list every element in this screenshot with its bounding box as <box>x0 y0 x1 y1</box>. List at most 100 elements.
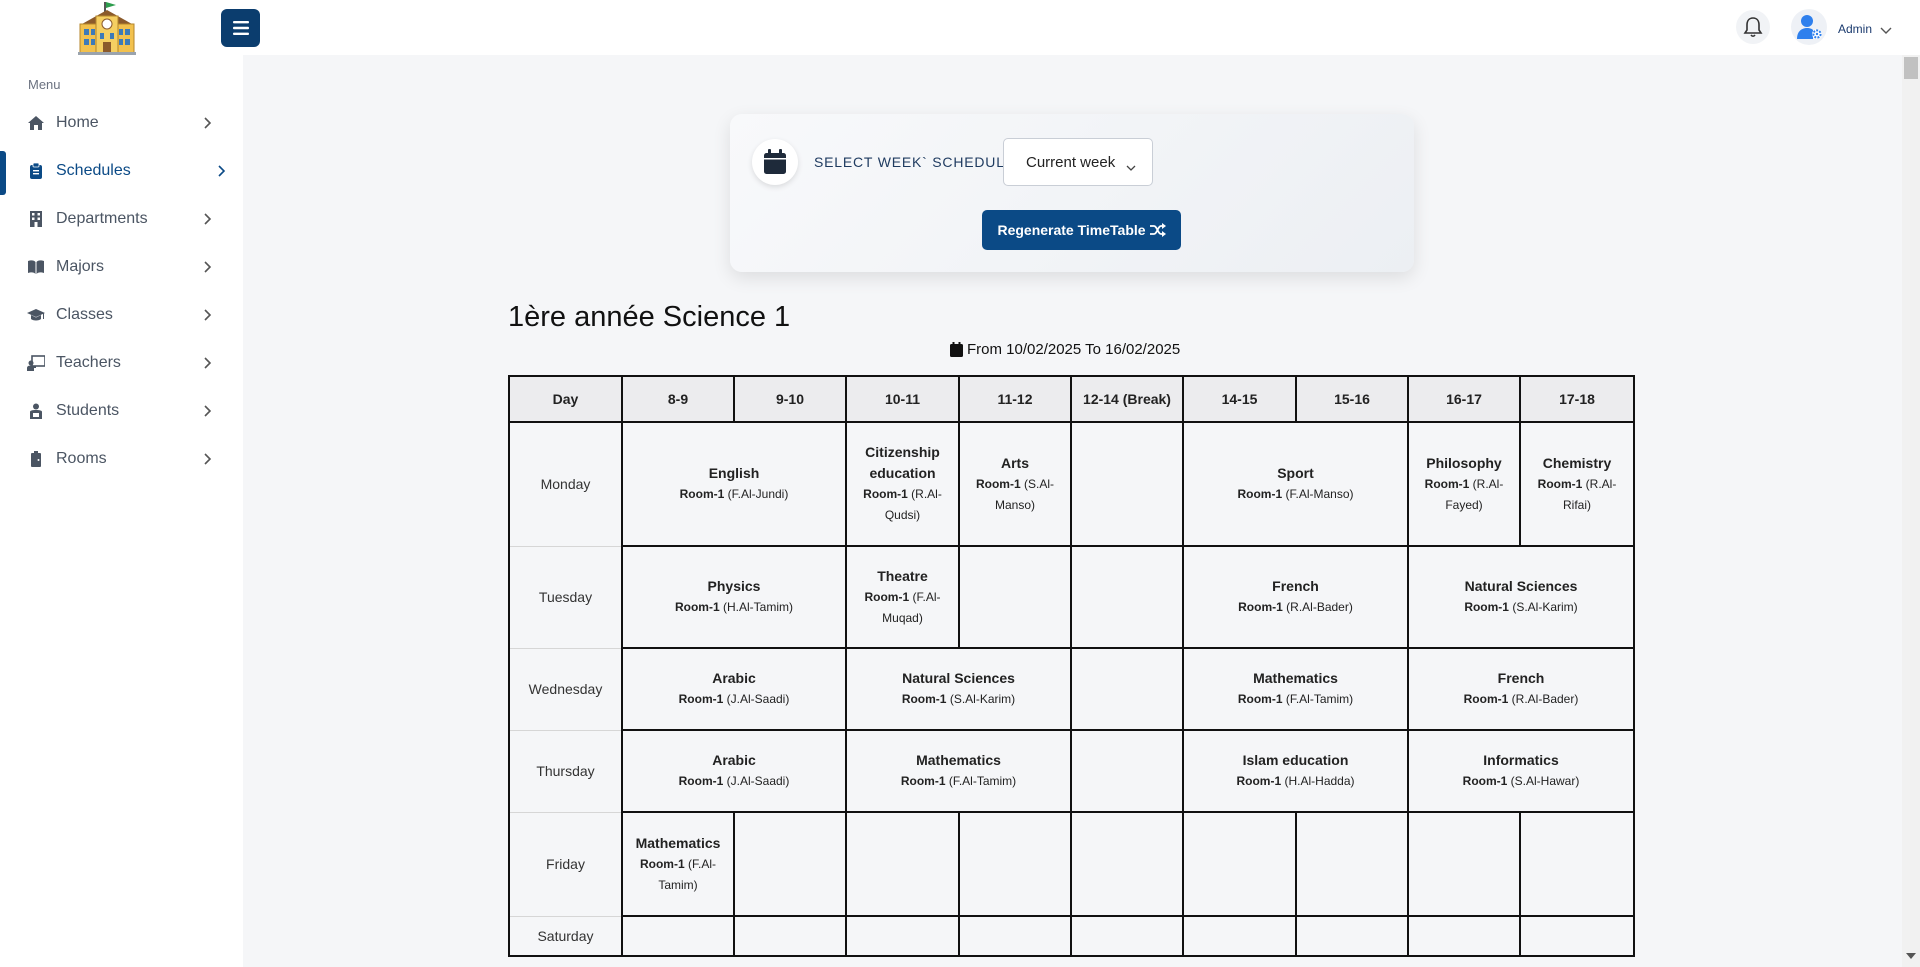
empty-slot-cell[interactable] <box>958 545 1072 649</box>
lesson-cell[interactable]: Philosophy Room-1 (R.Al-Fayed) <box>1407 421 1521 547</box>
empty-slot-cell[interactable] <box>845 811 960 917</box>
timetable: Day 8-9 9-10 10-11 11-12 12-14 (Break) 14-15 1… <box>508 375 1635 957</box>
timetable-row: Friday Mathematics Room-1 (F.Al-Tamim) <box>508 811 1635 917</box>
chevron-right-icon <box>204 452 212 470</box>
lesson-cell[interactable]: Natural Sciences Room-1 (S.Al-Karim) <box>845 647 1072 731</box>
lesson-room: Room-1 <box>1237 487 1283 501</box>
empty-slot-cell[interactable] <box>1070 545 1184 649</box>
lesson-teacher: (H.Al-Hadda) <box>1284 774 1355 788</box>
school-logo[interactable] <box>76 2 138 56</box>
sidebar-item-rooms[interactable]: Rooms <box>0 439 243 479</box>
empty-slot-cell[interactable] <box>845 915 960 957</box>
page-scrollbar[interactable] <box>1902 55 1920 967</box>
lesson-cell[interactable]: Physics Room-1 (H.Al-Tamim) <box>621 545 847 649</box>
book-icon <box>27 259 45 275</box>
lesson-teacher: (F.Al-Manso) <box>1285 487 1354 501</box>
lesson-cell[interactable]: Theatre Room-1 (F.Al-Muqad) <box>845 545 960 649</box>
empty-slot-cell[interactable] <box>1070 729 1184 813</box>
sidebar-item-majors[interactable]: Majors <box>0 247 243 287</box>
empty-slot-cell[interactable] <box>1070 647 1184 731</box>
lesson-cell[interactable]: Chemistry Room-1 (R.Al-Rifai) <box>1519 421 1635 547</box>
empty-slot-cell[interactable] <box>733 811 847 917</box>
lesson-cell[interactable]: Mathematics Room-1 (F.Al-Tamim) <box>621 811 735 917</box>
scroll-down-arrow-icon[interactable] <box>1906 953 1916 959</box>
time-slot-header: 9-10 <box>733 375 847 423</box>
empty-slot-cell[interactable] <box>1295 915 1409 957</box>
lesson-teacher: (J.Al-Saadi) <box>726 692 790 706</box>
chevron-right-icon <box>204 356 212 374</box>
empty-slot-cell[interactable] <box>1070 421 1184 547</box>
empty-slot-cell[interactable] <box>733 915 847 957</box>
week-selector-card: SELECT WEEK` SCHEDULE: Current week Rege… <box>730 114 1414 272</box>
sidebar-item-students[interactable]: Students <box>0 391 243 431</box>
lesson-cell[interactable]: French Room-1 (R.Al-Bader) <box>1182 545 1409 649</box>
regenerate-timetable-button[interactable]: Regenerate TimeTable <box>982 210 1181 250</box>
calendar-icon <box>950 342 963 357</box>
lesson-info: Room-1 (R.Al-Fayed) <box>1425 477 1504 512</box>
lesson-cell[interactable]: Citizenship education Room-1 (R.Al-Qudsi) <box>845 421 960 547</box>
lesson-cell[interactable]: Islam education Room-1 (H.Al-Hadda) <box>1182 729 1409 813</box>
sidebar-item-label: Classes <box>56 306 113 323</box>
lesson-info: Room-1 (R.Al-Bader) <box>1464 692 1579 706</box>
lesson-cell[interactable]: French Room-1 (R.Al-Bader) <box>1407 647 1635 731</box>
sidebar-item-departments[interactable]: Departments <box>0 199 243 239</box>
empty-slot-cell[interactable] <box>1182 915 1297 957</box>
sidebar-item-label: Students <box>56 402 120 419</box>
lesson-info: Room-1 (J.Al-Saadi) <box>679 774 790 788</box>
lesson-cell[interactable]: Arabic Room-1 (J.Al-Saadi) <box>621 647 847 731</box>
notifications-button[interactable] <box>1736 10 1770 44</box>
lesson-subject: Mathematics <box>1253 670 1338 686</box>
menu-toggle-button[interactable] <box>221 9 260 47</box>
empty-slot-cell[interactable] <box>1070 811 1184 917</box>
lesson-cell[interactable]: Informatics Room-1 (S.Al-Hawar) <box>1407 729 1635 813</box>
timetable-header-row: Day 8-9 9-10 10-11 11-12 12-14 (Break) 14-15 1… <box>508 375 1635 423</box>
timetable-row: Saturday <box>508 915 1635 957</box>
select-week-label: SELECT WEEK` SCHEDULE: <box>814 154 1020 170</box>
lesson-cell[interactable]: Mathematics Room-1 (F.Al-Tamim) <box>1182 647 1409 731</box>
chevron-down-icon[interactable] <box>1880 22 1892 40</box>
empty-slot-cell[interactable] <box>1407 811 1521 917</box>
lesson-cell[interactable]: Arabic Room-1 (J.Al-Saadi) <box>621 729 847 813</box>
chevron-right-icon <box>218 164 226 182</box>
empty-slot-cell[interactable] <box>1519 811 1635 917</box>
lesson-room: Room-1 <box>864 589 910 604</box>
time-slot-header: 10-11 <box>845 375 960 423</box>
lesson-cell[interactable]: Sport Room-1 (F.Al-Manso) <box>1182 421 1409 547</box>
sidebar-item-home[interactable]: Home <box>0 103 243 143</box>
sidebar-item-teachers[interactable]: Teachers <box>0 343 243 383</box>
user-avatar[interactable] <box>1791 9 1827 45</box>
lesson-room: Room-1 <box>1236 774 1282 788</box>
lesson-cell[interactable]: Natural Sciences Room-1 (S.Al-Karim) <box>1407 545 1635 649</box>
time-slot-header: 12-14 (Break) <box>1070 375 1184 423</box>
lesson-cell[interactable]: Arts Room-1 (S.Al-Manso) <box>958 421 1072 547</box>
user-name[interactable]: Admin <box>1838 22 1872 36</box>
lesson-teacher: (S.Al-Karim) <box>949 692 1016 706</box>
empty-slot-cell[interactable] <box>1070 915 1184 957</box>
empty-slot-cell[interactable] <box>621 915 735 957</box>
lesson-cell[interactable]: English Room-1 (F.Al-Jundi) <box>621 421 847 547</box>
week-select-dropdown[interactable]: Current week <box>1003 138 1153 186</box>
day-cell: Friday <box>508 811 623 917</box>
lesson-subject: Islam education <box>1242 752 1349 768</box>
graduation-cap-icon <box>27 307 45 323</box>
empty-slot-cell[interactable] <box>1182 811 1297 917</box>
chevron-right-icon <box>204 308 212 326</box>
empty-slot-cell[interactable] <box>958 811 1072 917</box>
lesson-room: Room-1 <box>863 487 908 501</box>
sidebar-item-label: Home <box>56 114 99 131</box>
empty-slot-cell[interactable] <box>1407 915 1521 957</box>
lesson-info: Room-1 (F.Al-Tamim) <box>640 857 716 892</box>
empty-slot-cell[interactable] <box>1295 811 1409 917</box>
empty-slot-cell[interactable] <box>958 915 1072 957</box>
empty-slot-cell[interactable] <box>1519 915 1635 957</box>
lesson-info: Room-1 (S.Al-Manso) <box>976 477 1054 512</box>
lesson-teacher: (J.Al-Saadi) <box>726 774 790 788</box>
sidebar-item-schedules[interactable]: Schedules <box>0 151 243 195</box>
lesson-cell[interactable]: Mathematics Room-1 (F.Al-Tamim) <box>845 729 1072 813</box>
time-slot-header: 16-17 <box>1407 375 1521 423</box>
day-cell: Saturday <box>508 915 623 957</box>
sidebar-item-classes[interactable]: Classes <box>0 295 243 335</box>
day-cell: Monday <box>508 421 623 547</box>
lesson-info: Room-1 (S.Al-Hawar) <box>1463 774 1580 788</box>
scrollbar-thumb[interactable] <box>1904 57 1918 79</box>
